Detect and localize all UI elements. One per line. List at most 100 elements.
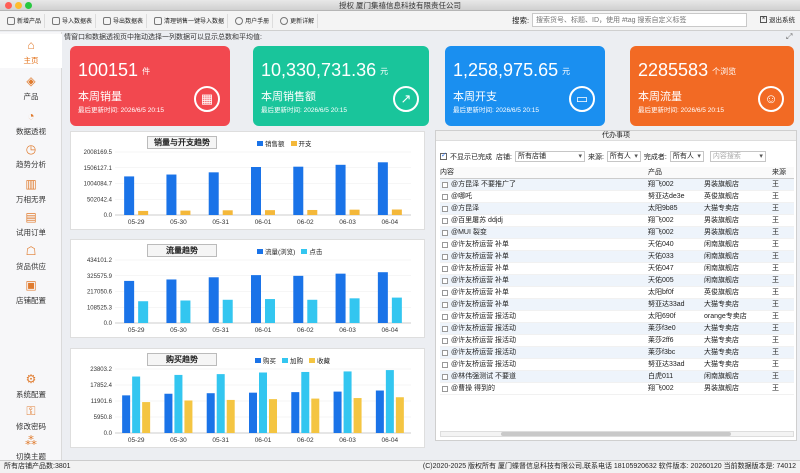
maximize-window-button[interactable] bbox=[25, 2, 32, 9]
todo-search-input[interactable]: 内容搜索 bbox=[709, 151, 766, 162]
table-row[interactable]: @方昆泽 不要推广了 翔飞002 男装旗舰店 王 bbox=[440, 179, 794, 191]
trend-icon: ◷ bbox=[25, 142, 37, 156]
source-select[interactable]: 所有人 bbox=[606, 151, 641, 162]
table-row[interactable]: @许友桥运营 报活动 莱莎f3e0 大猫专卖店 王 bbox=[440, 323, 794, 335]
x-tick-label: 06-04 bbox=[382, 437, 399, 444]
y-tick-label: 0.0 bbox=[104, 431, 113, 437]
table-row[interactable]: @许友桥运营 补单 天佑033 闲南旗舰店 王 bbox=[440, 251, 794, 263]
cell-store: 大猫专卖店 bbox=[704, 301, 739, 308]
row-checkbox[interactable] bbox=[442, 229, 448, 236]
col-store[interactable] bbox=[704, 167, 772, 178]
table-row[interactable]: @许友桥运营 补单 天佑005 闲南旗舰店 王 bbox=[440, 275, 794, 287]
y-tick-label: 1506127.1 bbox=[84, 166, 113, 172]
close-window-button[interactable] bbox=[5, 2, 12, 9]
col-product[interactable]: 产品 bbox=[648, 167, 704, 178]
cell-store: 英俊旗舰店 bbox=[704, 193, 739, 200]
cell-source: 王 bbox=[772, 241, 779, 248]
table-row[interactable]: @许友桥运营 补单 努亚达33ad 大猫专卖店 王 bbox=[440, 299, 794, 311]
col-source[interactable]: 来源 bbox=[772, 167, 794, 178]
chart-legend: 流量(浏览) 点击 bbox=[251, 246, 322, 256]
cell-store: 男装旗舰店 bbox=[704, 229, 739, 236]
export-table-button[interactable]: 导出数据表 bbox=[100, 13, 148, 28]
table-row[interactable]: @林伟强测试 不要道 白虎011 闲南旗舰店 王 bbox=[440, 371, 794, 383]
sidebar-item-supply[interactable]: ☖ 货品供应 bbox=[0, 240, 62, 274]
sidebar-item-switch-theme[interactable]: ⁂ 切换主题 bbox=[0, 430, 62, 464]
card-weekly-sales: 100151 件 本周销量 最后更新时间: 2026/6/5 20:15 ▦ bbox=[70, 46, 230, 126]
table-row[interactable]: @MUI 裂变 翔飞002 男装旗舰店 王 bbox=[440, 227, 794, 239]
completer-select[interactable]: 所有人 bbox=[669, 151, 704, 162]
sidebar-item-store-config[interactable]: ▣ 店铺配置 bbox=[0, 274, 62, 308]
hide-done-checkbox[interactable] bbox=[440, 151, 447, 160]
sidebar-item-trial-orders[interactable]: ▤ 试用订单 bbox=[0, 206, 62, 240]
sidebar-item-trend[interactable]: ◷ 趋势分析 bbox=[0, 138, 62, 172]
x-tick-label: 06-03 bbox=[339, 437, 356, 444]
table-row[interactable]: @哪吒 努亚达de3e 英俊旗舰店 王 bbox=[440, 191, 794, 203]
user-icon: ☺ bbox=[758, 86, 784, 112]
cell-content: @许友桥运营 报活动 bbox=[440, 359, 648, 370]
row-checkbox[interactable] bbox=[442, 289, 448, 296]
store-icon: ▣ bbox=[25, 278, 37, 292]
table-row[interactable]: @曹操 得到的 翔飞002 男装旗舰店 王 bbox=[440, 383, 794, 395]
bar-1 bbox=[335, 164, 346, 215]
store-label: 店铺: bbox=[496, 153, 512, 161]
store-select[interactable]: 所有店铺 bbox=[514, 151, 585, 162]
row-checkbox[interactable] bbox=[442, 373, 448, 380]
cell-content-text: @方昆泽 不要推广了 bbox=[451, 180, 517, 188]
table-row[interactable]: @许友桥运营 补单 天佑047 闲南旗舰店 王 bbox=[440, 263, 794, 275]
table-row[interactable]: @许友桥运营 补单 天佑040 闲南旗舰店 王 bbox=[440, 239, 794, 251]
row-checkbox[interactable] bbox=[442, 253, 448, 260]
card-value: 100151 bbox=[78, 60, 139, 80]
exit-button[interactable]: × 退出系统 bbox=[760, 14, 795, 24]
cell-content-text: @许友桥运营 补单 bbox=[451, 288, 510, 296]
row-checkbox[interactable] bbox=[442, 241, 448, 248]
horizontal-scrollbar[interactable] bbox=[440, 431, 794, 437]
x-tick-label: 06-03 bbox=[339, 327, 356, 334]
new-product-button[interactable]: 新增产品 bbox=[4, 13, 46, 28]
cell-source: 王 bbox=[772, 229, 779, 236]
row-checkbox[interactable] bbox=[442, 193, 448, 200]
bar-1 bbox=[375, 390, 384, 433]
update-notes-button[interactable]: 更新详解 bbox=[277, 13, 319, 28]
table-row[interactable]: @方昆泽 太阳9b85 大猫专卖店 王 bbox=[440, 203, 794, 215]
sidebar-item-system-config[interactable]: ⚙ 系统配置 bbox=[0, 368, 62, 402]
cell-product: 白虎011 bbox=[648, 373, 674, 380]
table-row[interactable]: @许友桥运营 报活动 太阳690f orange专卖店 王 bbox=[440, 311, 794, 323]
minimize-window-button[interactable] bbox=[15, 2, 22, 9]
bar-2 bbox=[174, 374, 183, 433]
cell-content: @许友桥运营 报活动 bbox=[440, 311, 648, 322]
clean-import-button[interactable]: 清理销售一键导入数据 bbox=[151, 13, 229, 28]
search-input[interactable] bbox=[532, 13, 747, 27]
cell-content: @许友桥运营 报活动 bbox=[440, 335, 648, 346]
row-checkbox[interactable] bbox=[442, 265, 448, 272]
cell-content-text: @许友桥运营 补单 bbox=[451, 252, 510, 260]
row-checkbox[interactable] bbox=[442, 325, 448, 332]
row-checkbox[interactable] bbox=[442, 385, 448, 392]
collapse-icon[interactable]: ⤢ bbox=[786, 32, 792, 42]
sidebar-item-change-password[interactable]: ⚿ 修改密码 bbox=[0, 400, 62, 434]
table-row[interactable]: @许友桥运营 报活动 努亚达33ad 大猫专卖店 王 bbox=[440, 359, 794, 371]
row-checkbox[interactable] bbox=[442, 205, 448, 212]
row-checkbox[interactable] bbox=[442, 361, 448, 368]
table-row[interactable]: @许友桥运营 报活动 莱莎f3bc 大猫专卖店 王 bbox=[440, 347, 794, 359]
sidebar-item-home[interactable]: ⌂ 主页 bbox=[0, 34, 62, 68]
table-row[interactable]: @百里屠苏 ddjdj 翔飞002 男装旗舰店 王 bbox=[440, 215, 794, 227]
sidebar-item-pivot[interactable]: ◔ 数据透视 bbox=[0, 105, 62, 139]
row-checkbox[interactable] bbox=[442, 277, 448, 284]
row-checkbox[interactable] bbox=[442, 181, 448, 188]
bar-1 bbox=[333, 391, 342, 433]
scrollbar-thumb[interactable] bbox=[501, 432, 731, 436]
sidebar-item-products[interactable]: ◈ 产品 bbox=[0, 70, 62, 104]
sidebar-item-wanxiang[interactable]: ▥ 万相无界 bbox=[0, 173, 62, 207]
row-checkbox[interactable] bbox=[442, 337, 448, 344]
col-content[interactable]: 内容 bbox=[440, 167, 648, 178]
row-checkbox[interactable] bbox=[442, 313, 448, 320]
row-checkbox[interactable] bbox=[442, 301, 448, 308]
row-checkbox[interactable] bbox=[442, 349, 448, 356]
card-label: 本周销量 bbox=[78, 91, 122, 103]
row-checkbox[interactable] bbox=[442, 217, 448, 224]
table-row[interactable]: @许友桥运营 补单 太阳bf0f 英俊旗舰店 王 bbox=[440, 287, 794, 299]
cell-store: 闲南旗舰店 bbox=[704, 265, 739, 272]
table-row[interactable]: @许友桥运营 报活动 莱莎2ff6 大猫专卖店 王 bbox=[440, 335, 794, 347]
user-manual-button[interactable]: 用户手册 bbox=[232, 13, 274, 28]
import-table-button[interactable]: 导入数据表 bbox=[49, 13, 97, 28]
